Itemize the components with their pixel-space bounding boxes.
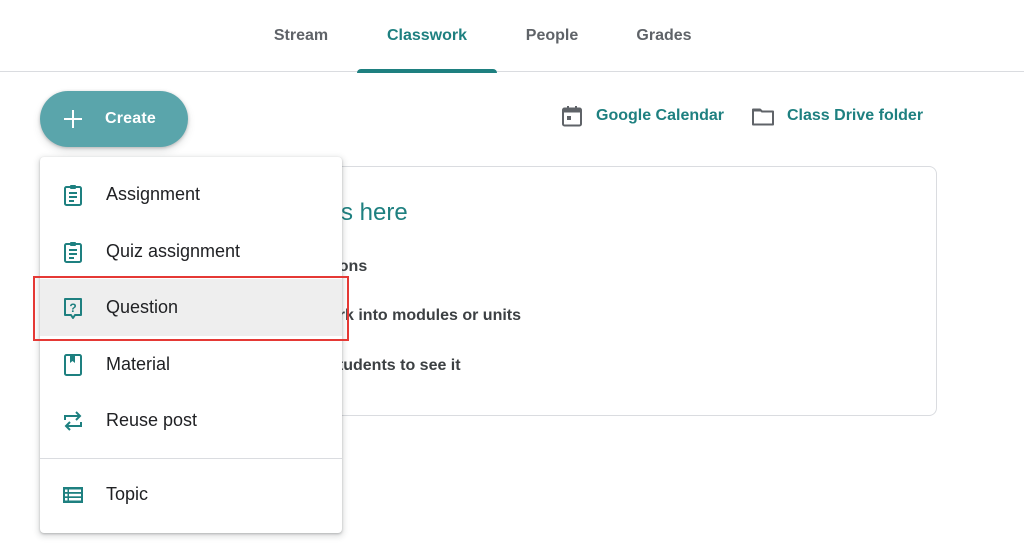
card-line: ork into modules or units xyxy=(329,307,522,324)
create-button-label: Create xyxy=(105,110,157,127)
tab-classwork-label: Classwork xyxy=(386,27,468,44)
google-calendar-label: Google Calendar xyxy=(596,107,725,124)
menu-item-question[interactable]: ? Question xyxy=(40,279,342,336)
classwork-intro-card: ss here tions ork into modules or units … xyxy=(300,166,937,416)
tab-stream-label: Stream xyxy=(273,27,329,44)
tab-people[interactable]: People xyxy=(508,0,596,72)
menu-item-label: Reuse post xyxy=(106,410,198,430)
tab-stream[interactable]: Stream xyxy=(257,0,345,72)
quiz-assignment-icon xyxy=(61,240,85,264)
svg-text:?: ? xyxy=(69,301,76,315)
menu-item-topic[interactable]: Topic xyxy=(40,466,342,523)
active-tab-indicator xyxy=(357,69,497,73)
google-calendar-link[interactable]: Google Calendar xyxy=(560,102,724,130)
reuse-post-icon xyxy=(61,409,85,433)
card-line: students to see it xyxy=(329,357,461,374)
class-drive-folder-link[interactable]: Class Drive folder xyxy=(751,102,923,130)
topic-icon xyxy=(61,483,85,507)
menu-item-reuse-post[interactable]: Reuse post xyxy=(40,392,342,449)
material-icon xyxy=(61,353,85,377)
tab-classwork[interactable]: Classwork xyxy=(357,0,497,73)
menu-item-label: Question xyxy=(106,297,179,317)
tab-people-label: People xyxy=(525,27,579,44)
menu-divider xyxy=(40,458,342,459)
menu-item-material[interactable]: Material xyxy=(40,336,342,393)
tab-grades[interactable]: Grades xyxy=(620,0,708,72)
menu-item-quiz-assignment[interactable]: Quiz assignment xyxy=(40,223,342,280)
create-button[interactable]: Create xyxy=(40,91,188,147)
plus-icon xyxy=(61,107,85,131)
class-tab-bar: Stream Classwork People Grades xyxy=(0,0,1024,73)
menu-item-label: Material xyxy=(106,354,171,374)
assignment-icon xyxy=(61,183,85,207)
calendar-icon xyxy=(562,106,582,127)
folder-icon xyxy=(752,108,774,126)
class-drive-folder-label: Class Drive folder xyxy=(787,107,924,124)
question-icon: ? xyxy=(61,296,85,320)
create-menu: Assignment Quiz assignment ? Question Ma… xyxy=(40,157,342,533)
menu-item-label: Topic xyxy=(106,484,149,504)
menu-item-label: Quiz assignment xyxy=(106,241,241,261)
menu-item-assignment[interactable]: Assignment xyxy=(40,166,342,223)
menu-item-label: Assignment xyxy=(106,184,201,204)
tab-grades-label: Grades xyxy=(636,27,692,44)
